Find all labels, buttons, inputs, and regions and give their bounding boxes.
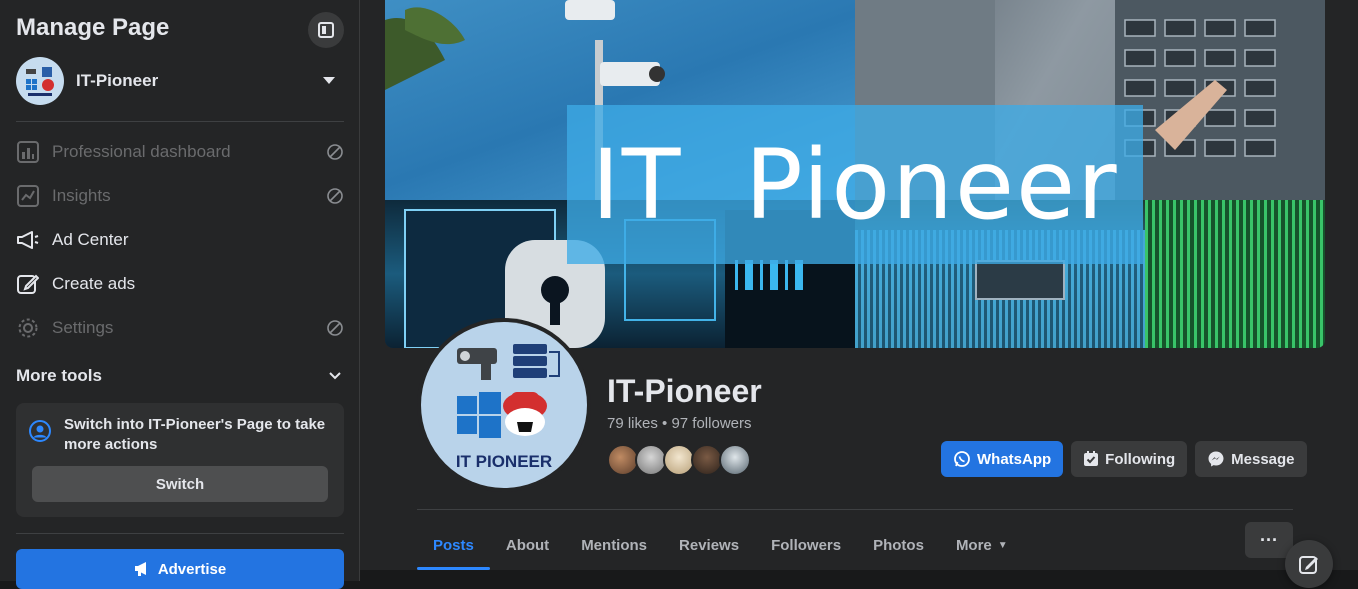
page-stats[interactable]: 79 likes • 97 followers	[607, 415, 752, 432]
page-actions: WhatsApp Following Message	[941, 441, 1307, 477]
whatsapp-button[interactable]: WhatsApp	[941, 441, 1064, 477]
page-main: IT Pioneer IT PIONEER IT-Pioneer 79 like…	[360, 0, 1358, 588]
following-button[interactable]: Following	[1071, 441, 1188, 477]
advertise-button[interactable]: Advertise	[16, 549, 344, 589]
sidebar-title: Manage Page	[16, 14, 170, 41]
pencil-square-icon	[16, 272, 40, 296]
switch-profile-card: Switch into IT-Pioneer's Page to take mo…	[16, 403, 344, 517]
profile-picture[interactable]: IT PIONEER	[417, 318, 591, 492]
more-tools-label: More tools	[16, 366, 102, 385]
content-area-edge	[360, 570, 1358, 581]
sidebar-item-label: Ad Center	[52, 230, 129, 249]
disabled-icon	[327, 144, 343, 160]
page-title: IT-Pioneer	[607, 373, 762, 409]
sidebar-item-label: Insights	[52, 186, 111, 205]
sidebar-item-label: Settings	[52, 318, 114, 337]
tab-posts[interactable]: Posts	[417, 520, 490, 570]
sidebar-toggle-icon	[318, 22, 334, 38]
sidebar-item-professional-dashboard[interactable]: Professional dashboard	[16, 130, 344, 174]
whatsapp-label: WhatsApp	[977, 450, 1052, 468]
avatar[interactable]	[719, 444, 751, 476]
switch-button[interactable]: Switch	[32, 466, 328, 502]
divider	[16, 533, 344, 534]
insights-icon	[16, 184, 40, 208]
tab-about[interactable]: About	[490, 520, 565, 570]
message-label: Message	[1231, 450, 1295, 468]
tab-mentions[interactable]: Mentions	[565, 520, 663, 570]
megaphone-icon	[134, 562, 146, 576]
sidebar-item-label: Professional dashboard	[52, 142, 231, 161]
ellipsis-icon: ···	[1260, 529, 1278, 550]
manage-page-sidebar: Manage Page IT-Pioneer Professional dash…	[0, 0, 360, 589]
cover-photo[interactable]: IT Pioneer	[385, 0, 1325, 348]
whatsapp-icon	[953, 450, 971, 468]
cover-banner: IT Pioneer	[567, 105, 1143, 264]
tab-followers[interactable]: Followers	[755, 520, 857, 570]
cover-banner-text: IT Pioneer	[591, 128, 1119, 241]
following-check-icon	[1083, 451, 1099, 467]
page-tabs: Posts About Mentions Reviews Followers P…	[417, 520, 1024, 570]
user-switch-icon	[29, 420, 51, 442]
tab-reviews[interactable]: Reviews	[663, 520, 755, 570]
tab-more[interactable]: More ▼	[940, 520, 1024, 570]
dashboard-icon	[16, 140, 40, 164]
compose-icon	[1299, 556, 1318, 574]
more-options-button[interactable]: ···	[1245, 522, 1293, 558]
sidebar-item-ad-center[interactable]: Ad Center	[16, 218, 344, 262]
chevron-down-icon	[329, 372, 341, 380]
advertise-label: Advertise	[157, 560, 227, 578]
sidebar-item-create-ads[interactable]: Create ads	[16, 262, 344, 306]
caret-down-icon[interactable]	[322, 76, 336, 86]
tab-more-label: More	[955, 536, 992, 554]
sidebar-item-insights[interactable]: Insights	[16, 174, 344, 218]
sidebar-menu: Professional dashboard Insights Ad Cente…	[16, 130, 344, 350]
page-avatar	[16, 57, 64, 105]
tab-photos[interactable]: Photos	[857, 520, 940, 570]
page-name-label: IT-Pioneer	[76, 71, 159, 90]
disabled-icon	[327, 320, 343, 336]
following-label: Following	[1105, 450, 1176, 468]
divider	[417, 509, 1293, 510]
disabled-icon	[327, 188, 343, 204]
profile-picture-image: IT PIONEER	[421, 322, 587, 488]
switch-description: Switch into IT-Pioneer's Page to take mo…	[64, 416, 326, 453]
megaphone-icon	[16, 228, 40, 252]
more-tools-toggle[interactable]: More tools	[16, 362, 344, 390]
divider	[16, 121, 344, 122]
gear-icon	[16, 316, 40, 340]
caret-down-icon: ▼	[997, 539, 1008, 551]
profile-picture-label: IT PIONEER	[455, 452, 553, 471]
sidebar-item-label: Create ads	[52, 274, 136, 293]
collapse-sidebar-button[interactable]	[308, 12, 344, 48]
page-switcher[interactable]: IT-Pioneer	[16, 57, 344, 105]
messenger-icon	[1207, 450, 1225, 468]
message-button[interactable]: Message	[1195, 441, 1307, 477]
follower-avatars[interactable]	[607, 444, 751, 476]
sidebar-item-settings[interactable]: Settings	[16, 306, 344, 350]
